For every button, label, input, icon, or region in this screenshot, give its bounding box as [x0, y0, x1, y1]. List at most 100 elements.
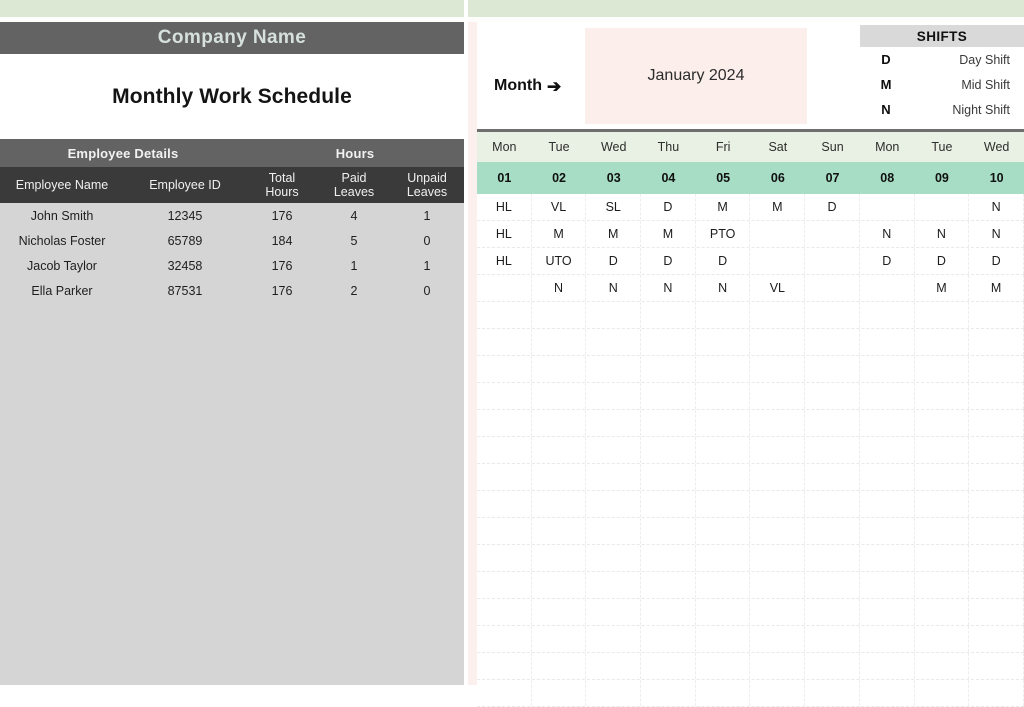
shift-cell[interactable]: [751, 464, 806, 490]
shift-cell[interactable]: [969, 464, 1024, 490]
shift-cell[interactable]: [696, 302, 751, 328]
shift-cell[interactable]: [586, 410, 642, 436]
shift-cell[interactable]: [641, 329, 696, 355]
shift-cell[interactable]: [641, 599, 696, 625]
shift-cell[interactable]: [969, 653, 1024, 679]
shift-cell[interactable]: [586, 545, 642, 571]
shift-cell[interactable]: UTO: [532, 248, 587, 274]
calendar-date[interactable]: 02: [532, 162, 587, 194]
shift-cell[interactable]: [805, 437, 860, 463]
shift-cell[interactable]: [477, 680, 532, 706]
shift-cell[interactable]: [477, 599, 532, 625]
shift-cell[interactable]: [969, 437, 1024, 463]
shift-cell[interactable]: [860, 410, 915, 436]
shift-cell[interactable]: [586, 302, 642, 328]
shift-cell[interactable]: [805, 464, 860, 490]
shift-cell[interactable]: [805, 248, 860, 274]
shift-cell[interactable]: [586, 383, 642, 409]
shift-cell[interactable]: [477, 545, 532, 571]
shift-cell[interactable]: [477, 356, 532, 382]
shift-cell[interactable]: [860, 491, 915, 517]
shift-cell[interactable]: [532, 491, 587, 517]
shift-cell[interactable]: [969, 410, 1024, 436]
shift-cell[interactable]: [969, 599, 1024, 625]
shift-cell[interactable]: [586, 329, 642, 355]
shift-cell[interactable]: [532, 383, 587, 409]
shift-cell[interactable]: VL: [751, 275, 806, 301]
shift-cell[interactable]: [696, 545, 751, 571]
shift-cell[interactable]: [696, 653, 751, 679]
shift-cell[interactable]: [532, 653, 587, 679]
shift-cell[interactable]: [805, 491, 860, 517]
shift-cell[interactable]: [751, 545, 806, 571]
shift-cell[interactable]: [532, 329, 587, 355]
shift-cell[interactable]: N: [969, 221, 1024, 247]
shift-cell[interactable]: [696, 518, 751, 544]
shift-cell[interactable]: [751, 680, 806, 706]
shift-cell[interactable]: [477, 491, 532, 517]
shift-cell[interactable]: [641, 626, 696, 652]
calendar-date[interactable]: 09: [915, 162, 970, 194]
shift-cell[interactable]: [751, 572, 806, 598]
calendar-date[interactable]: 05: [696, 162, 751, 194]
shift-cell[interactable]: N: [915, 221, 970, 247]
shift-cell[interactable]: [477, 329, 532, 355]
shift-cell[interactable]: [477, 302, 532, 328]
calendar-date[interactable]: 03: [586, 162, 641, 194]
shift-cell[interactable]: [969, 491, 1024, 517]
shift-cell[interactable]: [532, 437, 587, 463]
shift-cell[interactable]: [586, 572, 642, 598]
shift-cell[interactable]: [915, 194, 970, 220]
shift-cell[interactable]: VL: [532, 194, 587, 220]
shift-cell[interactable]: [751, 491, 806, 517]
shift-cell[interactable]: [532, 599, 587, 625]
shift-cell[interactable]: [696, 356, 751, 382]
shift-cell[interactable]: [969, 383, 1024, 409]
shift-cell[interactable]: [477, 572, 532, 598]
shift-cell[interactable]: N: [641, 275, 696, 301]
shift-cell[interactable]: [805, 329, 860, 355]
shift-cell[interactable]: [641, 680, 696, 706]
shift-cell[interactable]: D: [969, 248, 1024, 274]
shift-cell[interactable]: [696, 599, 751, 625]
shift-cell[interactable]: HL: [477, 221, 532, 247]
shift-cell[interactable]: [477, 437, 532, 463]
shift-cell[interactable]: [641, 545, 696, 571]
shift-cell[interactable]: [915, 653, 970, 679]
shift-cell[interactable]: [860, 464, 915, 490]
shift-cell[interactable]: [532, 302, 587, 328]
shift-cell[interactable]: [915, 437, 970, 463]
shift-cell[interactable]: [751, 383, 806, 409]
shift-cell[interactable]: [532, 680, 587, 706]
shift-cell[interactable]: [751, 329, 806, 355]
shift-cell[interactable]: M: [969, 275, 1024, 301]
shift-cell[interactable]: [805, 653, 860, 679]
shift-cell[interactable]: [969, 329, 1024, 355]
shift-cell[interactable]: M: [586, 221, 642, 247]
shift-cell[interactable]: [696, 329, 751, 355]
shift-cell[interactable]: N: [532, 275, 587, 301]
shift-cell[interactable]: [641, 383, 696, 409]
month-value-box[interactable]: January 2024: [585, 28, 807, 124]
shift-cell[interactable]: [751, 437, 806, 463]
shift-cell[interactable]: [751, 248, 806, 274]
shift-cell[interactable]: [860, 545, 915, 571]
shift-cell[interactable]: [532, 410, 587, 436]
shift-cell[interactable]: [860, 653, 915, 679]
shift-cell[interactable]: [969, 545, 1024, 571]
shift-cell[interactable]: D: [641, 194, 696, 220]
shift-cell[interactable]: N: [969, 194, 1024, 220]
shift-cell[interactable]: [641, 356, 696, 382]
shift-cell[interactable]: M: [532, 221, 587, 247]
shift-cell[interactable]: [696, 383, 751, 409]
shift-cell[interactable]: D: [641, 248, 696, 274]
shift-cell[interactable]: [586, 464, 642, 490]
shift-cell[interactable]: [477, 518, 532, 544]
shift-cell[interactable]: HL: [477, 194, 532, 220]
shift-cell[interactable]: [860, 194, 915, 220]
shift-cell[interactable]: [586, 356, 642, 382]
shift-cell[interactable]: [696, 437, 751, 463]
shift-cell[interactable]: D: [915, 248, 970, 274]
shift-cell[interactable]: [969, 572, 1024, 598]
shift-cell[interactable]: [751, 599, 806, 625]
